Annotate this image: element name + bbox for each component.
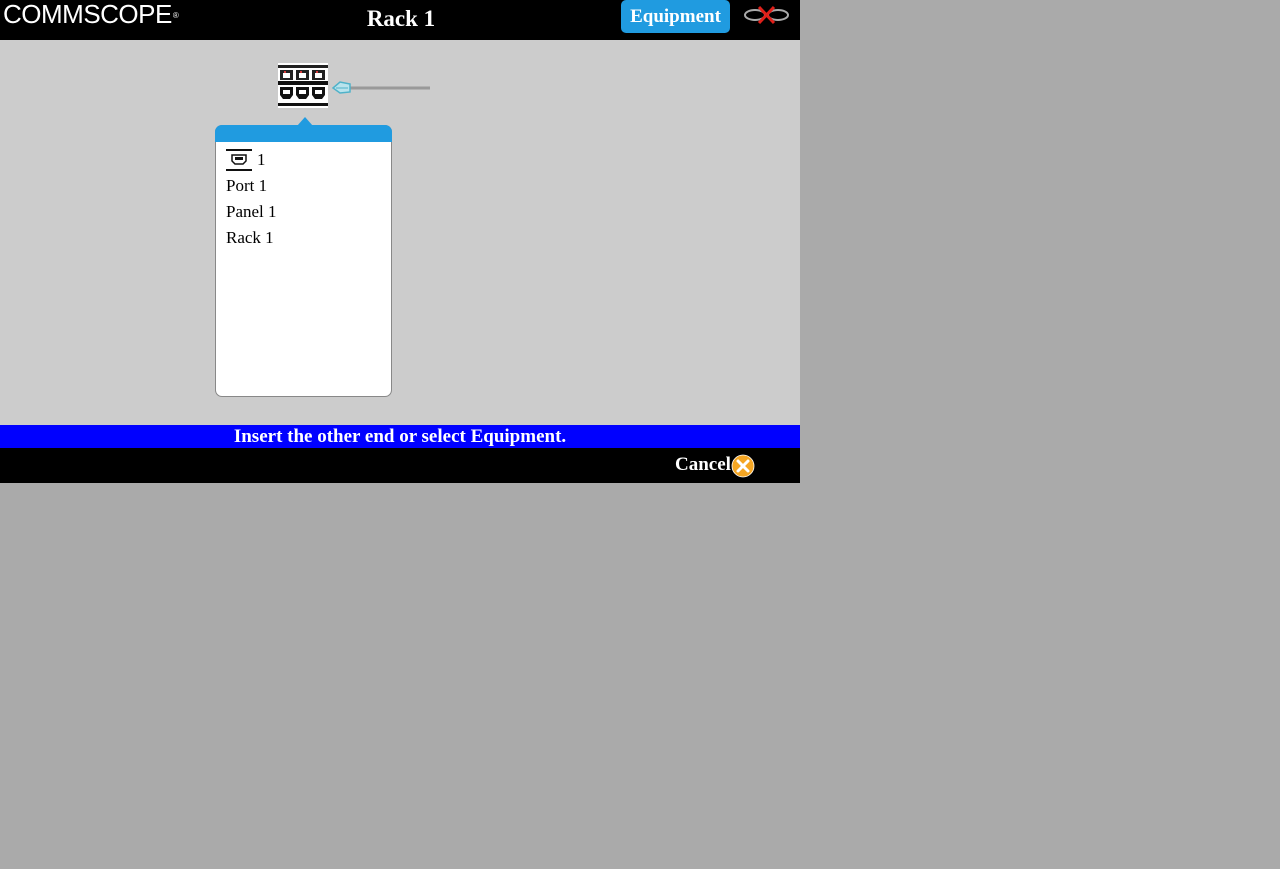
popup-header <box>215 125 392 142</box>
status-bar: Insert the other end or select Equipment… <box>0 425 800 448</box>
app-window: COMMSCOPE® Rack 1 Equipment 1 Port 1 Pan… <box>0 0 800 483</box>
popup-panel-label: Panel 1 <box>226 202 277 221</box>
port-number: 1 <box>257 150 266 169</box>
bottom-bar: Cancel <box>0 448 800 483</box>
equipment-button[interactable]: Equipment <box>621 0 730 33</box>
popup-rack-label: Rack 1 <box>226 228 274 247</box>
page-title: Rack 1 <box>366 6 436 31</box>
commscope-logo: COMMSCOPE® <box>3 0 179 29</box>
status-message: Insert the other end or select Equipment… <box>233 426 567 447</box>
patch-panel-icon[interactable] <box>278 63 328 108</box>
top-bar: COMMSCOPE® Rack 1 Equipment <box>0 0 800 40</box>
logo-registered-mark: ® <box>172 11 179 20</box>
patch-cord-icon[interactable] <box>330 76 432 98</box>
rj45-port-icon <box>226 149 252 171</box>
popup-port-label: Port 1 <box>226 176 268 195</box>
cancel-label: Cancel <box>675 454 731 475</box>
popup-pointer <box>297 117 313 126</box>
logo-text: COMMSCOPE <box>3 0 172 29</box>
cancel-x-icon[interactable] <box>731 454 755 478</box>
cable-disconnect-icon[interactable] <box>743 4 791 28</box>
connection-info-popup: 1 Port 1 Panel 1 Rack 1 <box>215 117 392 397</box>
